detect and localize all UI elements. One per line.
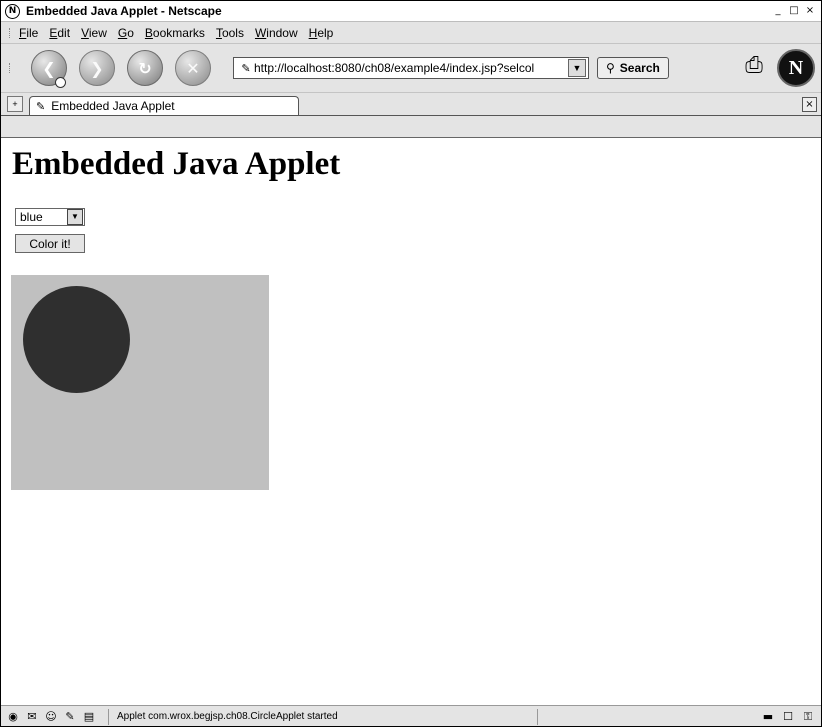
url-bar[interactable]: ✎ http://localhost:8080/ch08/example4/in… (233, 57, 589, 79)
forward-arrow-icon: ❯ (90, 58, 104, 78)
close-window-button[interactable]: × (803, 5, 817, 17)
popup-blocker-icon[interactable]: ☐ (781, 710, 795, 724)
browser-window: N Embedded Java Applet - Netscape _ □ × … (0, 0, 822, 727)
menu-window[interactable]: Window (255, 26, 298, 40)
print-icon[interactable]: ⎙ (737, 53, 771, 83)
reload-button[interactable]: ↻ (127, 50, 163, 86)
status-progress (537, 708, 688, 725)
maximize-button[interactable]: □ (787, 5, 801, 17)
menu-edit[interactable]: Edit (49, 26, 70, 40)
status-right-icons: ▬ ☐ ⚿ (761, 710, 815, 724)
nav-right-group: ⎙ N (737, 49, 815, 87)
color-select-value: blue (20, 210, 43, 224)
search-button[interactable]: ⚲ Search (597, 57, 669, 79)
menu-view[interactable]: View (81, 26, 107, 40)
tab-label: Embedded Java Applet (51, 99, 175, 113)
search-icon: ⚲ (606, 61, 615, 75)
menu-go[interactable]: Go (118, 26, 134, 40)
url-input[interactable]: http://localhost:8080/ch08/example4/inde… (254, 61, 568, 75)
netscape-logo[interactable]: N (777, 49, 815, 87)
menu-tools[interactable]: Tools (216, 26, 244, 40)
security-lock-icon[interactable]: ⚿ (801, 710, 815, 724)
page-heading: Embedded Java Applet (12, 146, 341, 182)
applet-circle (23, 286, 130, 393)
status-text: Applet com.wrox.begjsp.ch08.CircleApplet… (108, 708, 537, 725)
close-tab-icon[interactable]: × (802, 97, 817, 112)
color-select[interactable]: blue ▼ (15, 208, 85, 226)
page-content: Embedded Java Applet blue ▼ Color it! (1, 137, 821, 706)
composer-icon[interactable]: ✎ (63, 710, 77, 724)
chat-icon[interactable]: ☺ (44, 710, 58, 724)
minimize-button[interactable]: _ (771, 5, 785, 17)
circle-applet[interactable] (11, 275, 269, 490)
stop-button[interactable]: ✕ (175, 50, 211, 86)
status-bar: ◉ ✉ ☺ ✎ ▤ Applet com.wrox.begjsp.ch08.Ci… (1, 705, 821, 726)
color-it-button[interactable]: Color it! (15, 234, 85, 253)
new-tab-icon[interactable]: + (7, 96, 23, 112)
search-label: Search (619, 61, 660, 75)
address-book-icon[interactable]: ▤ (82, 710, 96, 724)
page-icon: ✎ (36, 100, 46, 113)
mail-icon[interactable]: ✉ (25, 710, 39, 724)
menu-bookmarks[interactable]: Bookmarks (145, 26, 205, 40)
tab-bar: + ✎ Embedded Java Applet × (1, 93, 821, 116)
back-arrow-icon: ❮ (42, 58, 56, 78)
window-controls: _ □ × (771, 5, 817, 17)
chevron-down-icon[interactable]: ▼ (67, 209, 83, 225)
navigation-toolbar: ❮ ❯ ↻ ✕ ✎ http://localhost:8080/ch08/exa… (1, 44, 821, 93)
menu-file[interactable]: File (19, 26, 38, 40)
reload-icon: ↻ (138, 58, 152, 78)
page-icon: ✎ (241, 62, 251, 75)
url-history-dropdown[interactable]: ▼ (568, 59, 586, 77)
window-title: Embedded Java Applet - Netscape (26, 4, 222, 18)
navigator-icon[interactable]: ◉ (6, 710, 20, 724)
connection-icon: ▬ (762, 709, 774, 723)
tab-embedded-java-applet[interactable]: ✎ Embedded Java Applet (29, 96, 299, 115)
back-dropdown-icon[interactable] (55, 77, 66, 88)
menu-bar: File Edit View Go Bookmarks Tools Window… (1, 22, 821, 44)
back-button[interactable]: ❮ (31, 50, 67, 88)
toolbar-grip[interactable] (9, 63, 15, 73)
title-bar: N Embedded Java Applet - Netscape _ □ × (1, 1, 821, 22)
toolbar-grip[interactable] (9, 27, 15, 38)
forward-button[interactable]: ❯ (79, 50, 115, 86)
menu-help[interactable]: Help (309, 26, 334, 40)
netscape-small-icon: N (5, 3, 20, 19)
stop-icon: ✕ (186, 58, 200, 78)
